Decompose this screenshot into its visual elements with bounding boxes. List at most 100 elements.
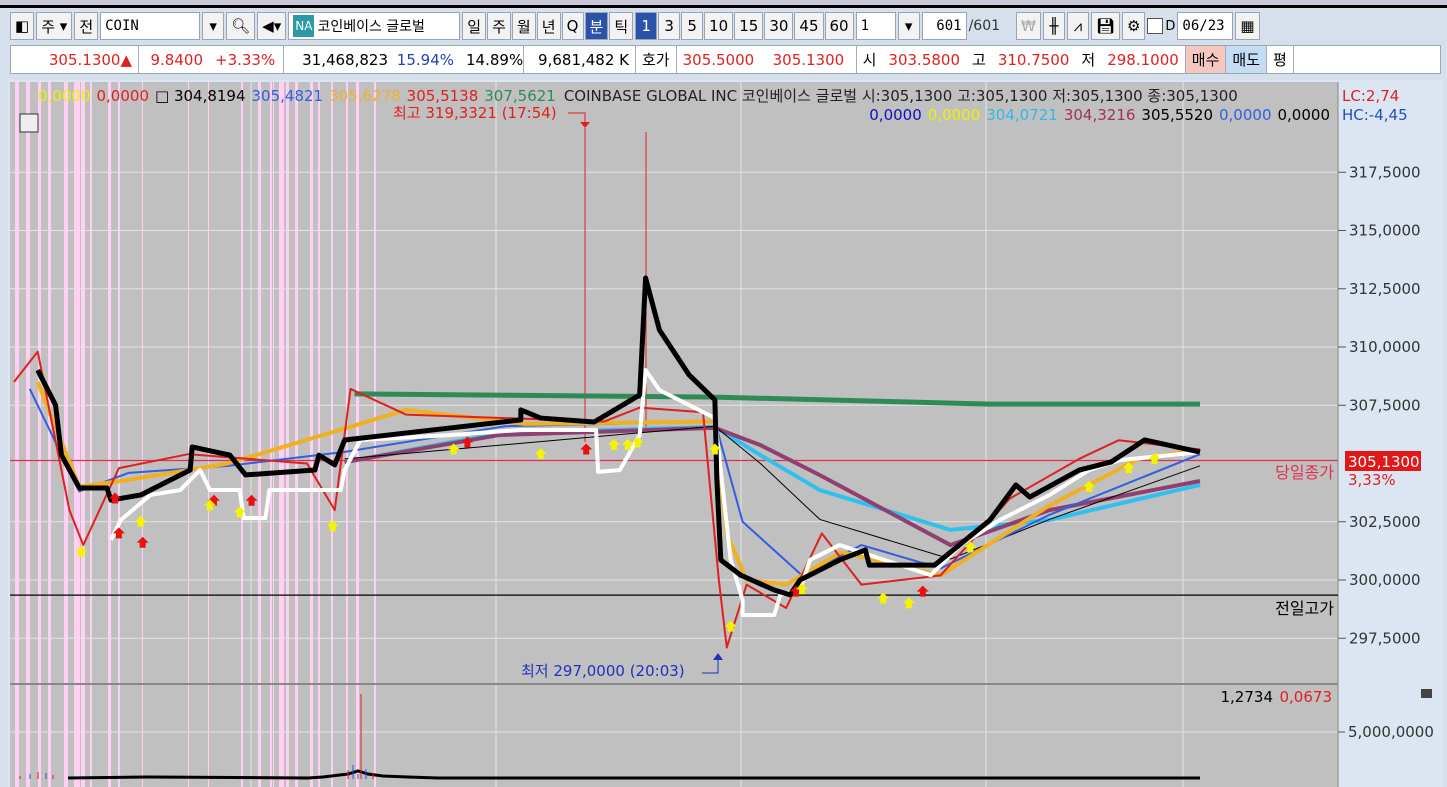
period-tab[interactable]: 년 [536, 12, 561, 40]
high-value: 310.7500 [997, 50, 1070, 69]
period-tabs: 일주월년Q분틱 [462, 12, 634, 40]
legend-value: 0,0000 [928, 106, 981, 124]
market-select[interactable]: 주 ▾ [36, 12, 73, 40]
y-tick-label: 317,5000 [1349, 163, 1421, 181]
y-tick-label: 302,5000 [1349, 513, 1421, 531]
currency-icon[interactable]: ₩ [1016, 12, 1041, 40]
speaker-icon[interactable]: ◀▾ [257, 12, 287, 40]
gear-icon[interactable]: ⚙ [1121, 12, 1146, 40]
period-tab[interactable]: 월 [511, 12, 536, 40]
highlight-band [286, 82, 289, 787]
period-tab[interactable]: 일 [462, 12, 487, 40]
highlight-band [346, 82, 348, 787]
highlight-band [295, 82, 298, 787]
name-badge: NA [293, 15, 315, 37]
volume-tick: 5,000,0000 [1348, 723, 1434, 741]
interval-input[interactable]: 1 [855, 12, 896, 40]
legend-value: 304,3216 [1064, 106, 1136, 124]
prev-high-label: 전일고가 [1275, 599, 1334, 618]
window-top-strip [0, 0, 1447, 8]
interval-tab[interactable]: 3 [658, 12, 681, 40]
legend-value: 305,5520 [1141, 106, 1213, 124]
legend-value: 304,0721 [986, 106, 1058, 124]
highlight-band [241, 82, 243, 787]
pct2: 14.89% [460, 46, 524, 73]
legend-title: COINBASE GLOBAL INC 코인베이스 글로벌 시:305,1300… [564, 87, 1238, 105]
highlight-band [108, 82, 111, 787]
period-tab[interactable]: 주 [487, 12, 511, 40]
volume: 31,468,823 [302, 50, 388, 69]
period-tab[interactable]: 분 [584, 12, 609, 40]
highlight-band [270, 82, 272, 787]
interval-tab[interactable]: 30 [764, 12, 794, 40]
interval-tab[interactable]: 60 [824, 12, 854, 40]
interval-tab[interactable]: 1 [635, 12, 658, 40]
legend-value: 0,0000 [38, 87, 91, 105]
legend-value: □ 304,8194 [155, 87, 246, 105]
line-add-icon[interactable]: ⩘ [1066, 12, 1089, 40]
date-input[interactable]: 06/23 [1177, 12, 1234, 40]
buy-button[interactable]: 매수 [1185, 46, 1227, 73]
d-checkbox[interactable] [1147, 18, 1164, 34]
current-price: 305.1300▲ [11, 46, 139, 73]
legend-value: 0,0000 [1219, 106, 1272, 124]
calendar-icon[interactable]: ▦ [1235, 12, 1260, 40]
interval-tab[interactable]: 15 [734, 12, 764, 40]
amount: 9,681,482 K [524, 46, 636, 73]
symbol-dropdown-icon[interactable]: ▾ [202, 12, 225, 40]
hoga1: 305.5000 [682, 50, 755, 69]
volume-value-2: 0,0673 [1280, 688, 1333, 706]
layout-toggle-icon[interactable]: ◧ [10, 12, 35, 40]
interval-tab[interactable]: 5 [681, 12, 704, 40]
pane-close-icon[interactable] [1421, 689, 1432, 698]
y-tick-label: 310,0000 [1349, 338, 1421, 356]
interval-tab[interactable]: 10 [704, 12, 734, 40]
stock-name-field[interactable]: NA 코인베이스 글로벌 [288, 12, 461, 40]
legend-value: 0,0000 [97, 87, 150, 105]
legend-value: 0,0000 [869, 106, 922, 124]
symbol-input[interactable]: COIN [100, 12, 201, 40]
highlight-band [81, 82, 85, 787]
legend-value: 305,6278 [329, 87, 401, 105]
toolbar: ◧ 주 ▾ 전 COIN ▾ 🔍︎ ◀▾ NA 코인베이스 글로벌 일주월년Q분틱… [10, 11, 1260, 41]
change-pct: +3.33% [209, 46, 284, 73]
legend-row-1: 0,0000 0,0000 □ 304,8194 305,4821 305,6278 30… [38, 87, 1238, 105]
hc-label: HC:-4,45 [1342, 106, 1408, 124]
candle-icon[interactable]: ╫ [1042, 12, 1065, 40]
highlight-band [74, 82, 80, 787]
full-button[interactable]: 전 [74, 12, 99, 40]
hoga2: 305.1300 [767, 46, 857, 73]
highlight-band [188, 82, 189, 787]
legend-value: 305,4821 [252, 87, 324, 105]
period-tab[interactable]: Q [561, 12, 584, 40]
y-tick-label: 300,0000 [1349, 571, 1421, 589]
highlight-band [273, 82, 274, 787]
interval-tab[interactable]: 45 [794, 12, 824, 40]
price-chart[interactable]: 317,5000 315,0000 312,5000 310,0000 307,5000… [8, 80, 1442, 787]
count-total: /601 [968, 18, 1001, 34]
today-close-label: 당일종가 [1275, 463, 1334, 482]
legend-row-2: 0,0000 0,0000 304,0721 304,3216 305,5520 0,00… [869, 106, 1330, 124]
count-input[interactable]: 601 [921, 12, 967, 40]
pct1: 15.94% [396, 50, 454, 69]
highlight-band [118, 82, 120, 787]
lc-label: LC:2,74 [1342, 87, 1399, 105]
symbol-value: COIN [105, 18, 139, 34]
interval-tabs: 1 3 5 10 15 30 45 60 [635, 12, 854, 40]
legend-value: 305,5138 [407, 87, 479, 105]
low-annotation: 최저 297,0000 (20:03) [521, 662, 685, 680]
hoga-label: 호가 [636, 46, 677, 73]
search-icon[interactable]: 🔍︎ [226, 12, 256, 40]
open-label: 시 [862, 51, 877, 69]
grid-toggle-icon[interactable] [19, 113, 39, 133]
interval-dropdown-icon[interactable]: ▾ [897, 12, 920, 40]
highlight-band [26, 82, 30, 787]
period-tab[interactable]: 틱 [609, 12, 634, 40]
save-icon[interactable]: 💾︎ [1090, 12, 1120, 40]
avg-button[interactable]: 평 [1267, 46, 1294, 73]
plot-area [10, 82, 1338, 787]
y-tick-label: 297,5000 [1349, 629, 1421, 647]
highlight-band [356, 82, 359, 787]
sell-button[interactable]: 매도 [1226, 46, 1267, 73]
open-value: 303.5800 [888, 50, 960, 69]
